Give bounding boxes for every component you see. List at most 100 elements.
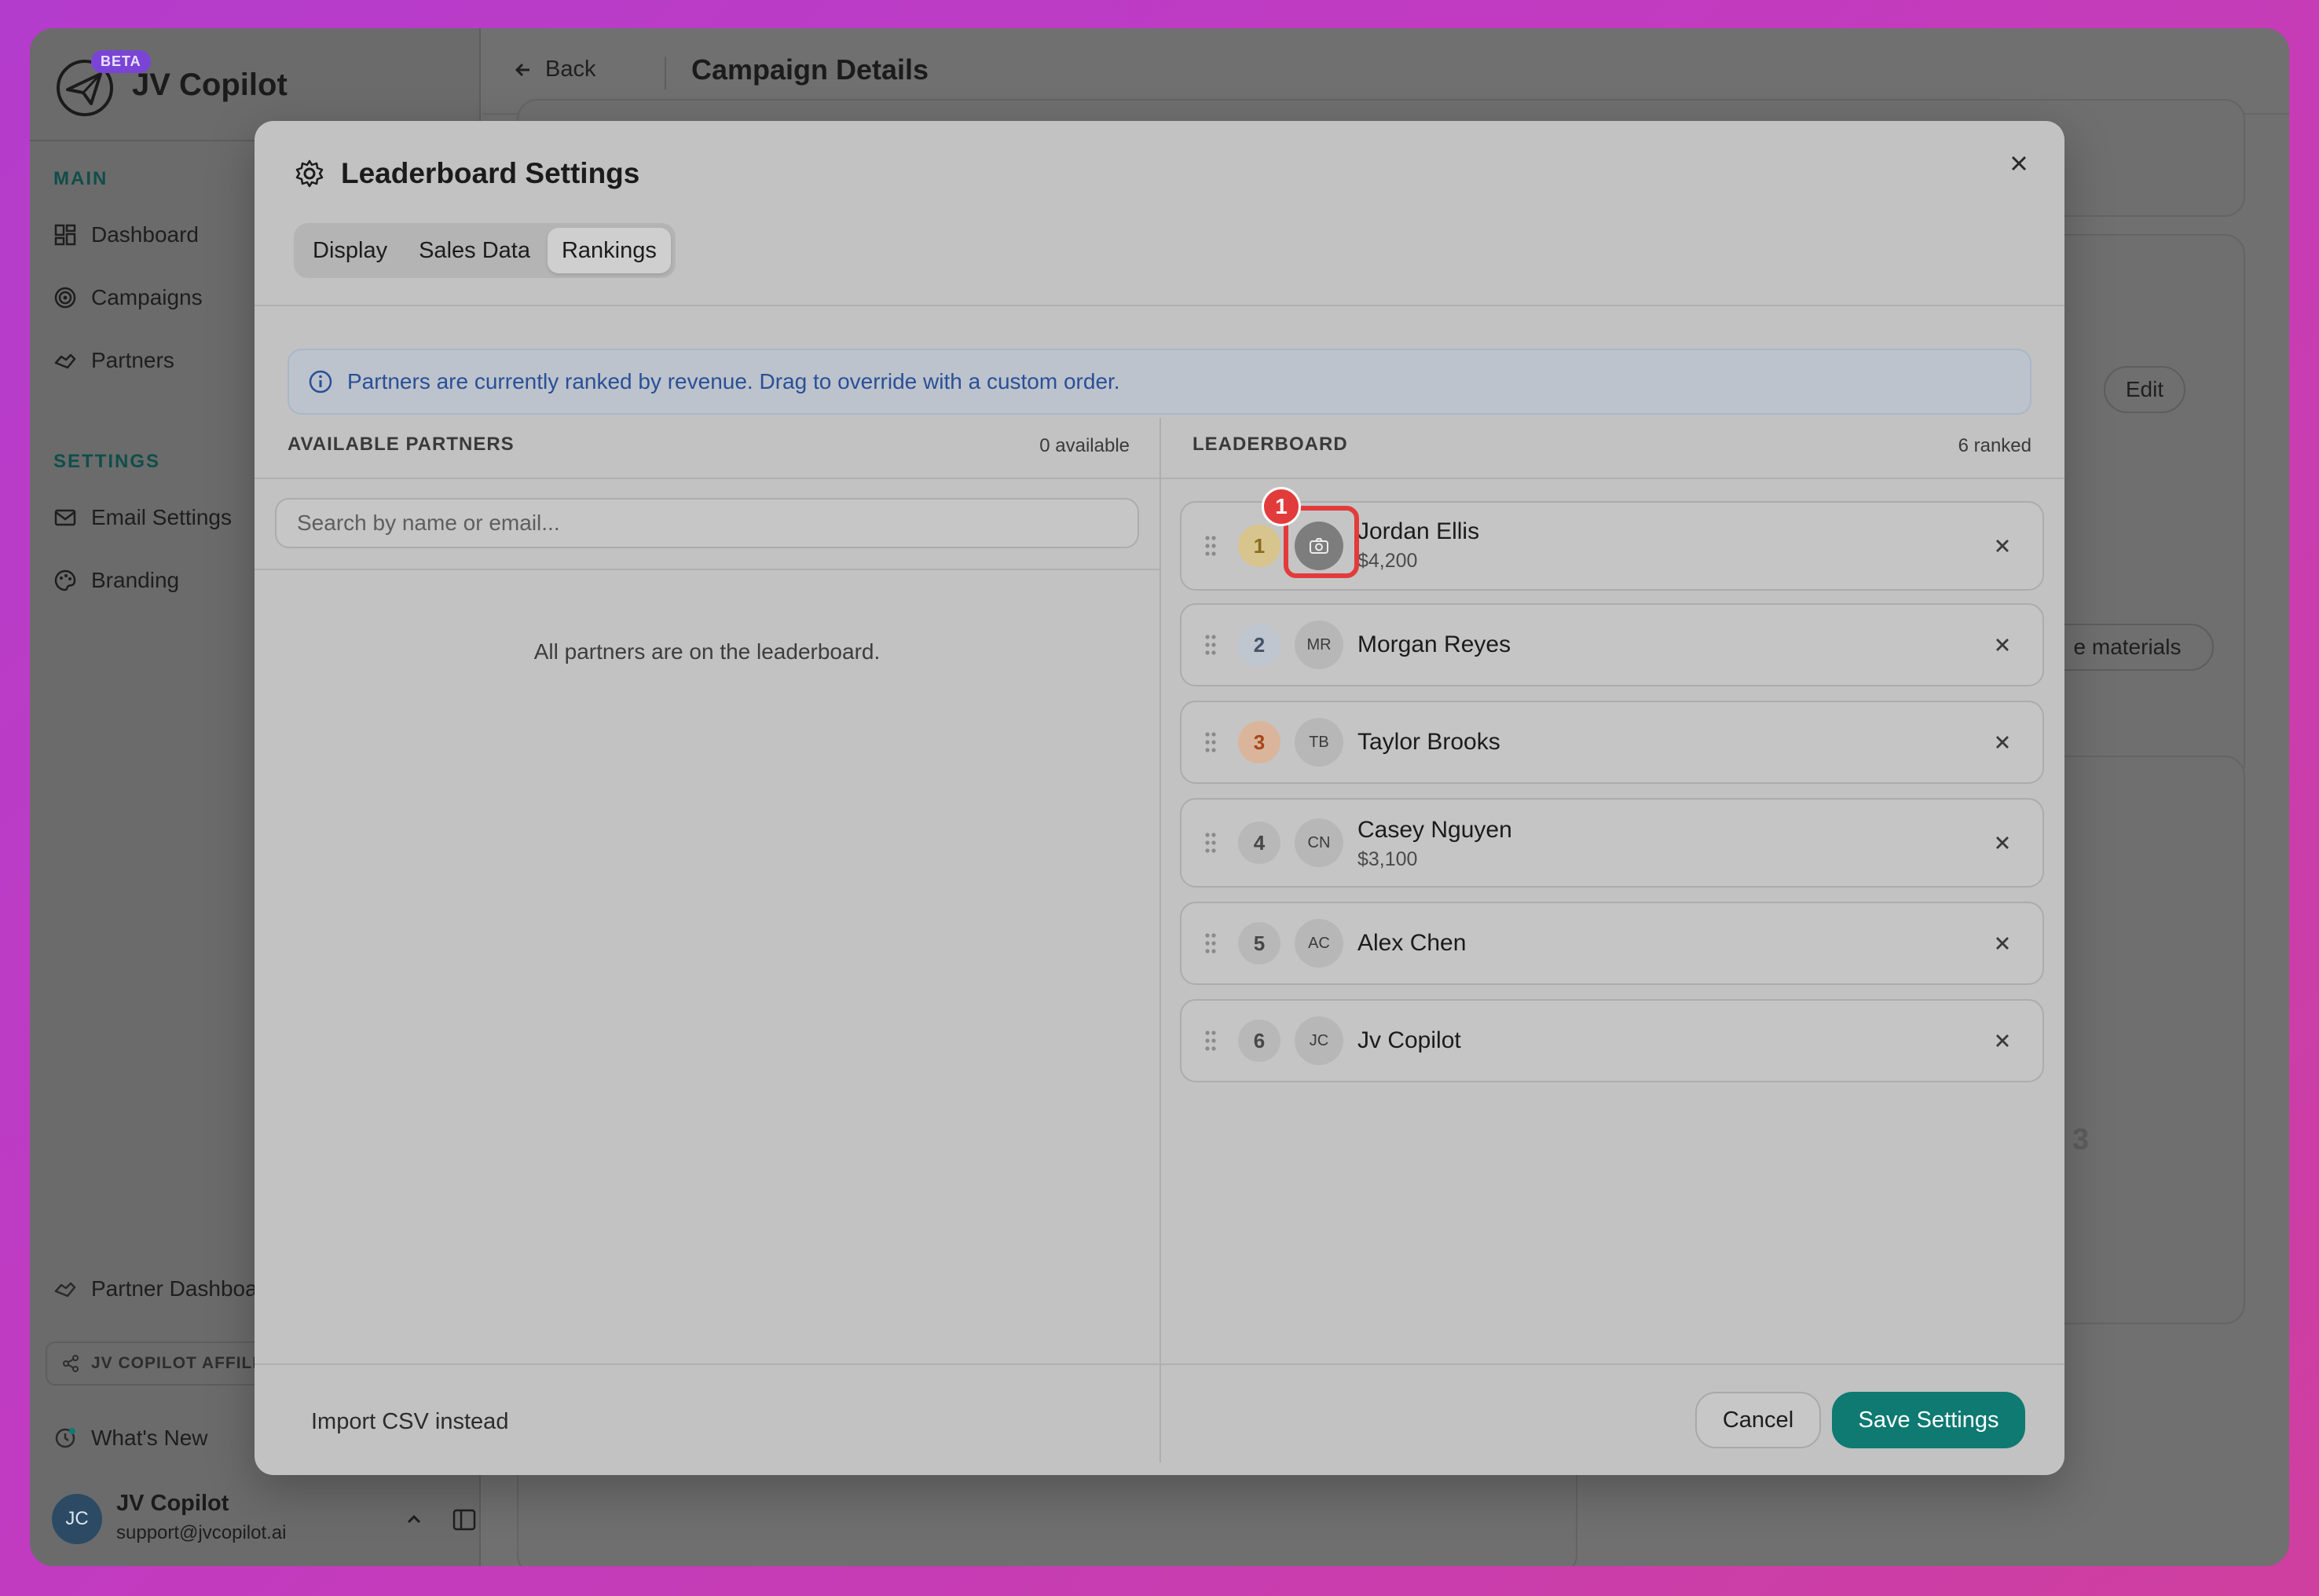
sidebar-item-label: Partner Dashboa <box>91 1276 258 1301</box>
tab-rankings[interactable]: Rankings <box>547 228 671 273</box>
background-number: 3 <box>2072 1123 2090 1156</box>
partner-revenue: $3,100 <box>1357 848 1418 870</box>
rank-badge: 5 <box>1238 922 1280 965</box>
remove-icon[interactable] <box>1991 633 2014 657</box>
sidebar-toggle-icon[interactable] <box>451 1506 478 1533</box>
rank-badge: 1 <box>1238 525 1280 567</box>
history-icon <box>55 1428 75 1448</box>
remove-icon[interactable] <box>1991 534 2014 558</box>
leaderboard-row[interactable]: 4 CN Casey Nguyen $3,100 <box>1180 798 2044 888</box>
leaderboard-row[interactable]: 6 JC Jv Copilot <box>1180 999 2044 1082</box>
section-label-main: MAIN <box>53 168 108 189</box>
tab-list: Display Sales Data Rankings <box>294 223 676 278</box>
sidebar-item-label: What's New <box>91 1426 208 1450</box>
user-email: support@jvcopilot.ai <box>116 1522 287 1543</box>
footer-divider <box>255 1364 2064 1365</box>
sidebar-item-label: Branding <box>91 568 180 592</box>
handshake-icon <box>54 1282 76 1298</box>
avatar: JC <box>1295 1016 1343 1065</box>
user-menu[interactable]: JC JV Copilot support@jvcopilot.ai <box>52 1489 476 1552</box>
back-button[interactable]: Back <box>512 57 595 82</box>
cancel-button[interactable]: Cancel <box>1695 1392 1821 1448</box>
edit-button[interactable]: Edit <box>2104 366 2185 413</box>
column-split <box>1160 418 1161 1462</box>
info-text: Partners are currently ranked by revenue… <box>347 369 1120 394</box>
dialog-header: Leaderboard Settings <box>294 157 639 190</box>
remove-icon[interactable] <box>1991 1029 2014 1052</box>
column-divider <box>1161 478 2064 479</box>
rank-badge: 4 <box>1238 822 1280 864</box>
tab-sales-data[interactable]: Sales Data <box>405 228 544 273</box>
available-count: 0 available <box>1039 435 1130 456</box>
step-badge: 1 <box>1262 487 1301 526</box>
partner-revenue: $4,200 <box>1357 550 1418 572</box>
avatar: MR <box>1295 620 1343 669</box>
back-label: Back <box>545 57 596 82</box>
palette-icon <box>54 569 76 591</box>
sidebar-item-label: Campaigns <box>91 285 203 309</box>
drag-handle-icon[interactable] <box>1203 831 1218 855</box>
partner-name: Jordan Ellis <box>1357 518 1480 544</box>
app-name: JV Copilot <box>132 68 288 102</box>
rank-badge: 6 <box>1238 1019 1280 1062</box>
partner-search-input[interactable] <box>275 498 1139 548</box>
header-separator <box>665 57 666 90</box>
avatar: AC <box>1295 919 1343 968</box>
rank-badge: 2 <box>1238 624 1280 666</box>
leaderboard-settings-dialog: Leaderboard Settings Display Sales Data … <box>255 121 2064 1475</box>
share-icon <box>63 1355 79 1372</box>
drag-handle-icon[interactable] <box>1203 1029 1218 1052</box>
sidebar-item-partners[interactable]: Partners <box>53 341 174 380</box>
sidebar-item-partner-dashboard[interactable]: Partner Dashboa <box>53 1269 258 1309</box>
ranked-count: 6 ranked <box>1958 435 2031 456</box>
partner-name: Taylor Brooks <box>1357 729 1500 755</box>
remove-icon[interactable] <box>1991 831 2014 855</box>
save-settings-button[interactable]: Save Settings <box>1832 1392 2025 1448</box>
leaderboard-row[interactable]: 3 TB Taylor Brooks <box>1180 701 2044 784</box>
affiliate-label: JV COPILOT AFFILI <box>91 1354 258 1372</box>
sidebar-item-label: Email Settings <box>91 505 232 529</box>
close-button[interactable] <box>2003 148 2035 179</box>
materials-button[interactable]: e materials <box>2041 624 2214 671</box>
sidebar-item-dashboard[interactable]: Dashboard <box>53 215 199 254</box>
user-name: JV Copilot <box>116 1491 229 1516</box>
leaderboard-row[interactable]: 2 MR Morgan Reyes <box>1180 603 2044 686</box>
partner-name: Jv Copilot <box>1357 1027 1461 1053</box>
brand[interactable]: BETA JV Copilot <box>53 47 462 126</box>
drag-handle-icon[interactable] <box>1203 633 1218 657</box>
target-icon <box>54 287 76 309</box>
leaderboard-row[interactable]: 5 AC Alex Chen <box>1180 902 2044 985</box>
gear-icon <box>295 159 324 188</box>
sidebar-item-whats-new[interactable]: What's New <box>53 1418 208 1458</box>
partner-name: Alex Chen <box>1357 930 1467 956</box>
drag-handle-icon[interactable] <box>1203 932 1218 955</box>
avatar: TB <box>1295 718 1343 767</box>
remove-icon[interactable] <box>1991 730 2014 754</box>
section-label-settings: SETTINGS <box>53 451 161 472</box>
arrow-left-icon <box>515 63 529 76</box>
sidebar-item-email-settings[interactable]: Email Settings <box>53 498 232 537</box>
search-divider <box>255 569 1160 570</box>
avatar: JC <box>52 1494 102 1544</box>
drag-handle-icon[interactable] <box>1203 730 1218 754</box>
sidebar-item-campaigns[interactable]: Campaigns <box>53 278 203 317</box>
sidebar-item-branding[interactable]: Branding <box>53 561 179 600</box>
sidebar-item-label: Partners <box>91 348 174 372</box>
info-icon <box>309 370 332 394</box>
drag-handle-icon[interactable] <box>1203 534 1218 558</box>
import-csv-link[interactable]: Import CSV instead <box>311 1409 508 1435</box>
partner-name: Morgan Reyes <box>1357 631 1511 657</box>
page-title: Campaign Details <box>691 53 929 86</box>
avatar: CN <box>1295 818 1343 867</box>
dashboard-icon <box>54 224 76 246</box>
available-partners-heading: AVAILABLE PARTNERS <box>288 434 515 455</box>
chevron-up-icon[interactable] <box>404 1510 424 1530</box>
partner-name: Casey Nguyen <box>1357 817 1512 843</box>
rank-badge: 3 <box>1238 721 1280 763</box>
column-divider <box>255 478 1160 479</box>
remove-icon[interactable] <box>1991 932 2014 955</box>
close-icon <box>2011 156 2027 171</box>
handshake-icon <box>54 353 76 369</box>
leaderboard-heading: LEADERBOARD <box>1192 434 1348 455</box>
tab-display[interactable]: Display <box>299 228 401 273</box>
